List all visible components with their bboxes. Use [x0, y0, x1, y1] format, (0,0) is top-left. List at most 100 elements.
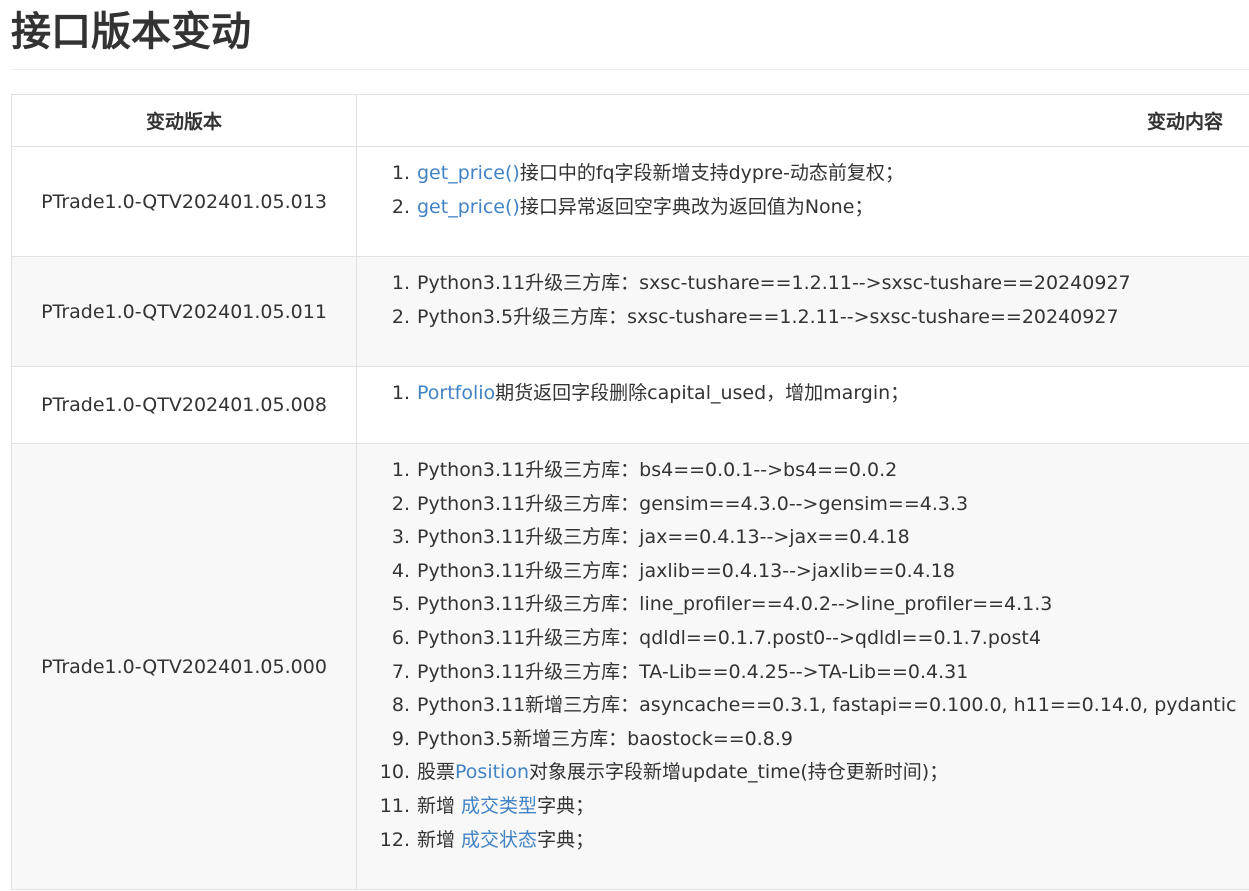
header-version: 变动版本 — [11, 94, 357, 147]
item-text-before: Python3.11新增三方库：asyncache==0.3.1, fastap… — [417, 694, 1237, 717]
list-item-number: 7. — [391, 660, 410, 683]
doc-link[interactable]: Position — [455, 761, 529, 783]
content-cell: 1. Python3.11升级三方库：bs4==0.0.1-->bs4==0.0.… — [356, 443, 1249, 890]
list-item-number: 1. — [391, 382, 410, 404]
item-text-after: 对象展示字段新增update_time(持仓更新时间)； — [529, 761, 949, 784]
version-cell: PTrade1.0-QTV202401.05.013 — [11, 146, 357, 257]
list-item-text: get_price()接口异常返回空字典改为返回值为None； — [417, 191, 873, 225]
list-item: 5. Python3.11升级三方库：line_profiler==4.0.2--… — [357, 588, 1249, 622]
table-row: PTrade1.0-QTV202401.05.000 1. Python3.11升级… — [11, 443, 1249, 890]
table-row: PTrade1.0-QTV202401.05.008 1. Portfolio期货返… — [11, 366, 1249, 444]
item-text-before: Python3.11升级三方库：bs4==0.0.1-->bs4==0.0.2 — [417, 459, 898, 481]
list-item-number: 12. — [379, 828, 410, 851]
item-text-before: Python3.11升级三方库：jax==0.4.13-->jax==0.4.1… — [417, 526, 910, 549]
table-header-row: 变动版本 变动内容 — [11, 94, 1249, 147]
table-row: PTrade1.0-QTV202401.05.013 1. get_price()接… — [11, 146, 1249, 257]
list-item-text: Portfolio期货返回字段删除capital_used，增加margin； — [417, 377, 909, 411]
list-item-number: 2. — [391, 195, 410, 218]
list-item-number: 9. — [391, 727, 410, 750]
item-text-before: 新增 — [417, 828, 462, 851]
list-item-number: 6. — [391, 626, 410, 649]
change-list: 1. Portfolio期货返回字段删除capital_used，增加margin… — [357, 377, 1249, 411]
change-list: 1. Python3.11升级三方库：bs4==0.0.1-->bs4==0.0.… — [357, 454, 1249, 857]
item-text-before: Python3.5新增三方库：baostock==0.8.9 — [417, 727, 794, 750]
version-cell: PTrade1.0-QTV202401.05.008 — [11, 366, 357, 444]
list-item: 1. get_price()接口中的fq字段新增支持dypre-动态前复权； — [357, 157, 1249, 191]
list-item: 11. 新增 成交类型字典； — [357, 790, 1249, 824]
item-text-after: 字典； — [537, 828, 595, 851]
item-text-before: Python3.11升级三方库：jaxlib==0.4.13-->jaxlib=… — [417, 559, 955, 582]
table-row: PTrade1.0-QTV202401.05.011 1. Python3.11升级… — [11, 256, 1249, 367]
list-item: 3. Python3.11升级三方库：jax==0.4.13-->jax==0.4… — [357, 521, 1249, 555]
list-item: 2. Python3.11升级三方库：gensim==4.3.0-->gensim… — [357, 488, 1249, 522]
item-text-after: 接口异常返回空字典改为返回值为None； — [519, 195, 874, 218]
list-item-number: 11. — [379, 794, 410, 817]
content-cell: 1. get_price()接口中的fq字段新增支持dypre-动态前复权； 2. g… — [356, 146, 1249, 257]
version-cell: PTrade1.0-QTV202401.05.011 — [11, 256, 357, 367]
list-item: 6. Python3.11升级三方库：qdldl==0.1.7.post0-->q… — [357, 622, 1249, 656]
table-body: PTrade1.0-QTV202401.05.013 1. get_price()接… — [11, 146, 1249, 890]
list-item-text: 新增 成交类型字典； — [417, 790, 594, 824]
item-text-before: 股票 — [417, 761, 456, 784]
list-item-text: Python3.11升级三方库：jax==0.4.13-->jax==0.4.1… — [417, 521, 910, 555]
list-item-number: 5. — [391, 593, 410, 616]
item-text-before: Python3.11升级三方库：TA-Lib==0.4.25-->TA-Lib=… — [417, 660, 969, 683]
list-item: 1. Portfolio期货返回字段删除capital_used，增加margin… — [357, 377, 1249, 411]
change-list: 1. get_price()接口中的fq字段新增支持dypre-动态前复权； 2. g… — [357, 157, 1249, 224]
list-item-text: Python3.11升级三方库：line_profiler==4.0.2-->l… — [417, 588, 1052, 622]
item-text-after: 期货返回字段删除capital_used，增加margin； — [495, 382, 910, 404]
list-item: 9. Python3.5新增三方库：baostock==0.8.9 — [357, 723, 1249, 757]
item-text-before: Python3.5升级三方库：sxsc-tushare==1.2.11-->sx… — [417, 305, 1119, 328]
list-item: 10. 股票Position对象展示字段新增update_time(持仓更新时间)… — [357, 756, 1249, 790]
list-item: 2. get_price()接口异常返回空字典改为返回值为None； — [357, 191, 1249, 225]
list-item-text: Python3.5升级三方库：sxsc-tushare==1.2.11-->sx… — [417, 301, 1119, 335]
list-item-text: Python3.11升级三方库：gensim==4.3.0-->gensim==… — [417, 488, 968, 522]
list-item-number: 3. — [391, 526, 410, 549]
list-item: 12. 新增 成交状态字典； — [357, 824, 1249, 858]
list-item-number: 4. — [391, 559, 410, 582]
list-item-number: 2. — [391, 492, 410, 515]
list-item-number: 1. — [391, 459, 410, 481]
list-item-text: Python3.11升级三方库：TA-Lib==0.4.25-->TA-Lib=… — [417, 656, 968, 690]
page-title: 接口版本变动 — [11, 9, 251, 55]
list-item-number: 1. — [391, 272, 410, 294]
item-text-before: Python3.11升级三方库：sxsc-tushare==1.2.11-->s… — [417, 272, 1131, 294]
doc-link[interactable]: 成交状态 — [461, 829, 537, 851]
item-text-before: Python3.11升级三方库：qdldl==0.1.7.post0-->qdl… — [417, 626, 1041, 649]
item-text-before: Python3.11升级三方库：gensim==4.3.0-->gensim==… — [417, 492, 969, 515]
change-list: 1. Python3.11升级三方库：sxsc-tushare==1.2.11--… — [357, 267, 1249, 334]
header-content: 变动内容 — [356, 94, 1249, 147]
list-item-text: Python3.11升级三方库：qdldl==0.1.7.post0-->qdl… — [417, 622, 1041, 656]
list-item: 8. Python3.11新增三方库：asyncache==0.3.1, fast… — [357, 689, 1249, 723]
list-item-text: Python3.5新增三方库：baostock==0.8.9 — [417, 723, 793, 757]
doc-link[interactable]: 成交类型 — [461, 795, 537, 817]
version-changes-table: 变动版本 变动内容 PTrade1.0-QTV202401.05.013 1. ge… — [11, 94, 1249, 890]
list-item-text: Python3.11新增三方库：asyncache==0.3.1, fastap… — [417, 689, 1236, 723]
list-item: 1. Python3.11升级三方库：bs4==0.0.1-->bs4==0.0.… — [357, 454, 1249, 488]
content-cell: 1. Python3.11升级三方库：sxsc-tushare==1.2.11--… — [356, 256, 1249, 367]
list-item: 1. Python3.11升级三方库：sxsc-tushare==1.2.11--… — [357, 267, 1249, 301]
list-item-number: 2. — [391, 305, 410, 328]
item-text-after: 接口中的fq字段新增支持dypre-动态前复权； — [519, 162, 904, 184]
item-text-after: 字典； — [537, 794, 595, 817]
doc-link[interactable]: get_price() — [417, 196, 520, 218]
list-item: 7. Python3.11升级三方库：TA-Lib==0.4.25-->TA-Li… — [357, 656, 1249, 690]
list-item-number: 10. — [379, 761, 410, 784]
list-item-text: Python3.11升级三方库：sxsc-tushare==1.2.11-->s… — [417, 267, 1131, 301]
version-cell: PTrade1.0-QTV202401.05.000 — [11, 443, 357, 890]
list-item-text: get_price()接口中的fq字段新增支持dypre-动态前复权； — [417, 157, 904, 191]
list-item-text: 股票Position对象展示字段新增update_time(持仓更新时间)； — [417, 756, 948, 790]
list-item-text: Python3.11升级三方库：bs4==0.0.1-->bs4==0.0.2 — [417, 454, 897, 488]
doc-link[interactable]: Portfolio — [417, 382, 495, 404]
list-item: 2. Python3.5升级三方库：sxsc-tushare==1.2.11-->… — [357, 301, 1249, 335]
list-item-number: 8. — [391, 694, 410, 717]
item-text-before: 新增 — [417, 794, 462, 817]
list-item-number: 1. — [391, 162, 410, 184]
doc-link[interactable]: get_price() — [417, 162, 520, 184]
list-item: 4. Python3.11升级三方库：jaxlib==0.4.13-->jaxli… — [357, 555, 1249, 589]
item-text-before: Python3.11升级三方库：line_profiler==4.0.2-->l… — [417, 593, 1053, 616]
list-item-text: 新增 成交状态字典； — [417, 824, 594, 858]
title-divider — [11, 69, 1249, 70]
list-item-text: Python3.11升级三方库：jaxlib==0.4.13-->jaxlib=… — [417, 555, 955, 589]
content-cell: 1. Portfolio期货返回字段删除capital_used，增加margin… — [356, 366, 1249, 444]
